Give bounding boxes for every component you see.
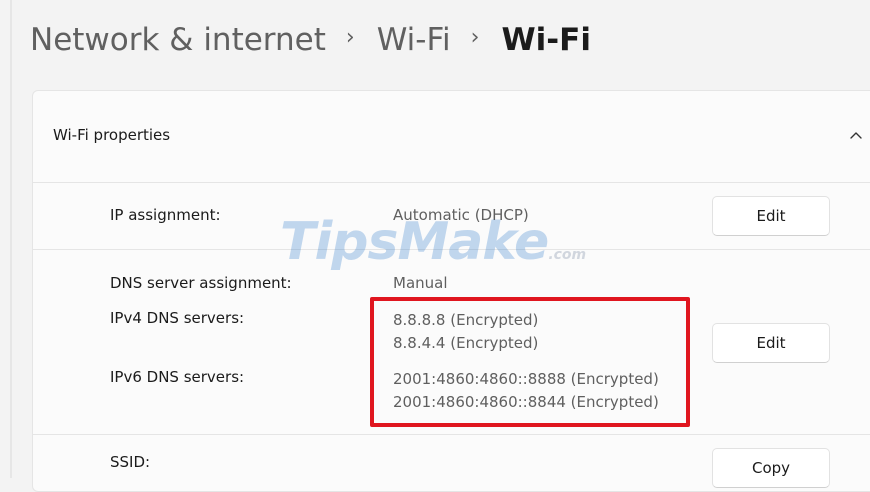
copy-ssid-button[interactable]: Copy	[712, 448, 830, 488]
dns-assignment-label: DNS server assignment:	[110, 274, 292, 292]
watermark-suffix: .com	[548, 247, 587, 263]
highlight-box	[370, 297, 690, 427]
ip-assignment-label: IP assignment:	[110, 206, 221, 224]
breadcrumb: Network & internet › Wi-Fi › Wi-Fi	[30, 18, 591, 62]
chevron-up-icon[interactable]	[849, 130, 863, 140]
edit-ip-button[interactable]: Edit	[712, 196, 830, 236]
section-title[interactable]: Wi-Fi properties	[53, 126, 170, 144]
watermark-logo: TipsMake.com	[280, 212, 586, 272]
breadcrumb-separator-icon: ›	[345, 25, 355, 50]
ipv4-dns-label: IPv4 DNS servers:	[110, 309, 245, 327]
breadcrumb-item-wifi[interactable]: Wi-Fi	[377, 18, 451, 62]
dns-assignment-value: Manual	[393, 274, 448, 292]
breadcrumb-separator-icon: ›	[470, 25, 480, 50]
page-title: Wi-Fi	[501, 22, 591, 58]
ipv6-dns-label: IPv6 DNS servers:	[110, 368, 245, 386]
row-divider-ip	[32, 182, 870, 183]
breadcrumb-item-network[interactable]: Network & internet	[30, 18, 326, 62]
window-left-edge	[10, 0, 12, 478]
row-divider-ssid	[32, 434, 870, 435]
edit-dns-button[interactable]: Edit	[712, 323, 830, 363]
ssid-label: SSID:	[110, 453, 151, 471]
watermark-text: TipsMake	[280, 212, 549, 272]
